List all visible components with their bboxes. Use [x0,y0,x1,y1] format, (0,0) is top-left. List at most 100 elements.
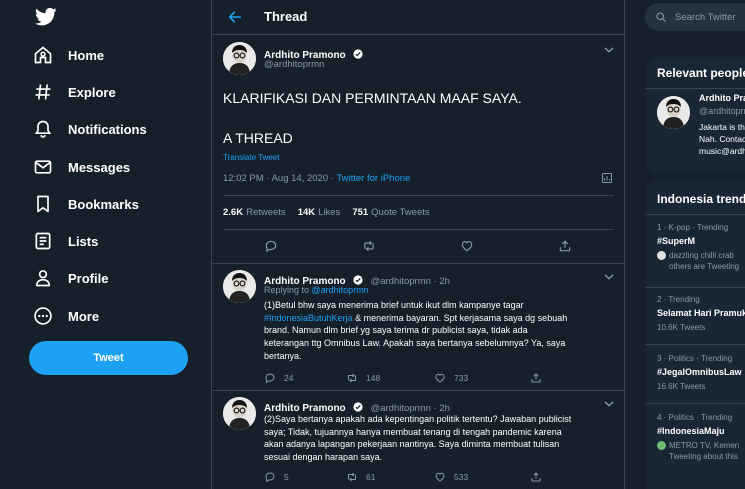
nav-bookmarks[interactable]: Bookmarks [33,190,139,218]
trend-meta: 4 · Politics · Trending [657,413,733,422]
trend-count: 16.6K Tweets [657,382,706,391]
trend-context-line: Tweeting about this [669,452,738,461]
nav-lists-label: Lists [68,233,99,249]
reply-text-line: (1)Betul bhw saya menerima brief untuk i… [264,300,524,310]
retweet-icon[interactable] [362,239,376,253]
timestamp-text: 12:02 PM · Aug 14, 2020 · [223,173,337,184]
bio-line: music@ardhito [699,146,745,156]
tweet-source-link[interactable]: Twitter for iPhone [336,173,410,184]
nav-messages[interactable]: Messages [33,153,130,181]
nav-profile[interactable]: Profile [33,264,108,292]
trend-item[interactable]: 2 · Trending Selamat Hari Pramuka 10.6K … [657,295,745,332]
reply-text-line: akan adanya lapangan pekerjaan nantinya.… [264,439,560,450]
reply-count: 24 [284,373,294,383]
share-icon[interactable] [530,372,542,384]
trend-title: #IndonesiaMaju [657,426,725,436]
like-count[interactable]: 14K [298,207,315,218]
relevant-person-name[interactable]: Ardhito Pramono [699,93,745,103]
reply-action[interactable]: 5 [264,471,289,483]
trend-item[interactable]: 4 · Politics · Trending #IndonesiaMaju M… [657,413,745,462]
reply-text-line: bertanya. [264,350,302,361]
like-heart-icon [435,472,445,482]
retweet-action[interactable]: 61 [346,471,375,483]
thread-header: Thread [212,0,625,35]
home-icon [34,46,52,64]
nav-home-label: Home [68,47,105,63]
trend-item[interactable]: 1 · K-pop · Trending #SuperM dazzling ch… [657,223,745,272]
trend-meta: 1 · K-pop · Trending [657,223,729,232]
trend-context: METRO TV, Kemen Tweeting about this [657,440,745,462]
nav-messages-label: Messages [68,159,131,175]
hashtag-icon [35,84,51,100]
left-navigation: Home Explore Notifications Messages Book… [0,0,211,489]
nav-explore-label: Explore [68,84,116,100]
tweet-stats: 2.6K Retweets 14K Likes 751 Quote Tweets [223,195,614,230]
search-icon [656,12,666,22]
relevant-people-card: Relevant people Ardhito Pramono @ardhito… [646,57,745,173]
reply-text-line: brand. Namun dlm brief yg saya terima dr… [264,325,528,336]
main-tweet-line-2: A THREAD [223,130,293,146]
list-icon [35,232,51,250]
like-count-label[interactable]: Likes [318,207,340,218]
twitter-logo-icon[interactable] [35,7,57,27]
translate-tweet-link[interactable]: Translate Tweet [223,153,279,162]
trend-count: 10.6K Tweets [657,323,706,332]
avatar[interactable] [223,397,256,430]
chevron-down-icon[interactable] [604,400,614,408]
chevron-down-icon[interactable] [604,46,614,54]
quote-count-label[interactable]: Quote Tweets [371,207,429,218]
retweet-count: 148 [366,373,381,383]
verified-badge-icon [353,402,363,412]
reply-icon [265,472,275,482]
like-heart-icon[interactable] [460,239,474,253]
retweet-count[interactable]: 2.6K [223,207,243,218]
verified-badge-icon [353,49,363,59]
share-icon[interactable] [530,471,542,483]
replying-to-handle[interactable]: @ardhitoprmn [312,285,369,295]
share-icon[interactable] [558,239,572,253]
bio-line: Nah. Contact [699,134,745,144]
retweet-action[interactable]: 148 [346,372,380,384]
retweet-icon [348,373,356,383]
like-action[interactable]: 733 [434,372,468,384]
nav-more[interactable]: More [33,302,99,330]
nav-profile-label: Profile [68,270,109,286]
reply-tweet[interactable]: Ardhito Pramono @ardhitoprmn · 2h Replyi… [212,264,625,391]
person-icon [35,270,51,287]
analytics-icon[interactable] [601,172,613,184]
tweet-button[interactable]: Tweet [29,341,188,375]
avatar[interactable] [223,42,256,75]
nav-lists[interactable]: Lists [33,227,98,255]
nav-explore[interactable]: Explore [33,78,116,106]
nav-more-label: More [68,308,100,324]
avatar-image [223,42,256,75]
retweet-count-label[interactable]: Retweets [246,207,286,218]
page-title: Thread [264,9,308,24]
retweet-icon [348,472,356,482]
trend-title: #SuperM [657,236,696,246]
chevron-down-icon[interactable] [604,273,614,281]
avatar[interactable] [657,96,690,129]
hashtag-link[interactable]: #IndonesiaButuhKerja [264,313,353,323]
back-arrow-icon[interactable] [227,9,243,25]
trend-context: dazzling chilli crab others are Tweeting [657,250,745,272]
tweet-timestamp: 12:02 PM · Aug 14, 2020 · Twitter for iP… [223,173,410,184]
reply-tweet[interactable]: Ardhito Pramono @ardhitoprmn · 2h (2)Say… [212,391,625,489]
nav-notifications[interactable]: Notifications [33,115,147,143]
avatar[interactable] [223,270,256,303]
quote-count[interactable]: 751 [352,207,368,218]
search-input[interactable]: Search Twitter [645,3,745,31]
relevant-person-handle[interactable]: @ardhitoprmn [699,106,745,116]
avatar-image [223,270,256,303]
reply-icon[interactable] [264,239,278,253]
author-handle[interactable]: @ardhitoprmn [264,59,324,70]
search-placeholder: Search Twitter [675,11,736,23]
like-heart-icon [435,373,445,383]
like-action[interactable]: 533 [434,471,468,483]
trend-item[interactable]: 3 · Politics · Trending #JegalOmnibusLaw… [657,354,745,391]
nav-home[interactable]: Home [33,41,104,69]
reply-count: 5 [284,472,289,482]
retweet-count: 61 [366,472,376,482]
reply-action[interactable]: 24 [264,372,293,384]
reply-text-line: sesuai dengan harapan saya. [264,452,383,463]
